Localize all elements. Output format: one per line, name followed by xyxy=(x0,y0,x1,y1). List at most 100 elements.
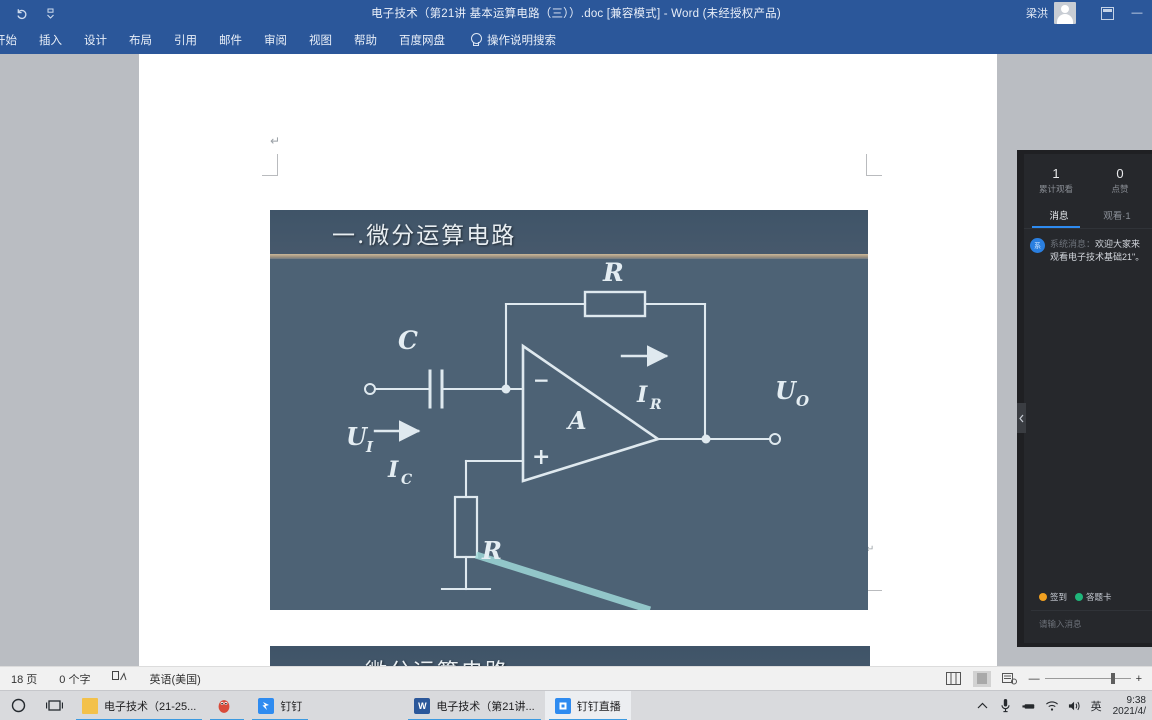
tab-mailings[interactable]: 邮件 xyxy=(208,26,253,54)
live-panel-tabs: 消息 观看·1 xyxy=(1024,208,1152,228)
language-indicator[interactable]: 英语(美国) xyxy=(138,671,211,687)
undo-icon[interactable] xyxy=(14,6,29,21)
ribbon-tab-bar: 开始 插入 设计 布局 引用 邮件 审阅 视图 帮助 百度网盘 操作说明搜索 xyxy=(0,26,1152,54)
proofing-errors-icon[interactable] xyxy=(101,671,138,686)
svg-text:R: R xyxy=(481,536,502,565)
tab-view[interactable]: 视图 xyxy=(298,26,343,54)
message-input[interactable]: 请输入消息 xyxy=(1031,610,1152,639)
usb-icon[interactable] xyxy=(1022,698,1036,714)
taskbar-item-label: 钉钉 xyxy=(280,700,303,713)
dingtalk-live-panel: 1 累计观看 0 点赞 消息 观看·1 系 系统消息：欢迎大家来观看电子技术基础… xyxy=(1017,150,1152,647)
customize-quick-access-icon[interactable] xyxy=(43,6,58,21)
svg-text:−: − xyxy=(533,368,550,392)
word-count[interactable]: 0 个字 xyxy=(48,671,101,687)
document-canvas[interactable]: ↵ ↵ ↵ 一.微分运算电路 xyxy=(0,54,1152,666)
tab-baidu-netdisk[interactable]: 百度网盘 xyxy=(388,26,456,54)
svg-text:U: U xyxy=(775,376,798,405)
stat-value: 0 xyxy=(1116,166,1124,181)
tab-layout[interactable]: 布局 xyxy=(118,26,163,54)
tab-design[interactable]: 设计 xyxy=(73,26,118,54)
margin-mark-top-left xyxy=(262,154,278,176)
margin-mark-top-right xyxy=(866,154,882,176)
svg-text:I: I xyxy=(387,457,399,483)
folder-icon xyxy=(82,697,98,714)
stat-value: 1 xyxy=(1052,166,1060,181)
wifi-icon[interactable] xyxy=(1045,698,1059,714)
slide-title: 一.微分运算电路 xyxy=(332,223,517,249)
microphone-icon[interactable] xyxy=(999,698,1013,714)
taskbar-item-label: 电子技术（第21讲... xyxy=(436,700,535,713)
qq-penguin-icon xyxy=(216,698,232,714)
tab-insert[interactable]: 插入 xyxy=(28,26,73,54)
slide-title: 一.微分运算电路 xyxy=(332,654,509,666)
screen: 电子技术（第21讲 基本运算电路（三））.doc [兼容模式] - Word (… xyxy=(0,0,1152,720)
answer-card-button[interactable]: 答题卡 xyxy=(1075,591,1112,603)
read-mode-icon[interactable] xyxy=(1001,671,1019,687)
title-bar-right: 梁洪 — xyxy=(1026,0,1152,26)
zoom-in-button[interactable]: + xyxy=(1136,673,1142,685)
stat-label: 累计观看 xyxy=(1038,184,1073,194)
message-body: 系统消息：欢迎大家来观看电子技术基础21"。 xyxy=(1050,238,1146,264)
taskbar-item-qq[interactable] xyxy=(206,691,248,720)
print-layout-icon[interactable] xyxy=(945,671,963,687)
tab-viewers[interactable]: 观看·1 xyxy=(1088,208,1146,228)
show-hidden-icons-icon[interactable] xyxy=(976,698,990,714)
lightbulb-icon xyxy=(470,33,482,47)
zoom-slider[interactable]: — + xyxy=(1029,673,1142,685)
paragraph-mark: ↵ xyxy=(270,134,281,148)
tab-help[interactable]: 帮助 xyxy=(343,26,388,54)
checkin-button[interactable]: 签到 xyxy=(1039,591,1067,603)
checkin-label: 签到 xyxy=(1050,592,1068,602)
clock-date: 2021/4/ xyxy=(1112,705,1146,717)
web-layout-icon[interactable] xyxy=(972,670,991,687)
task-view-icon[interactable] xyxy=(36,691,72,720)
message-list[interactable]: 系 系统消息：欢迎大家来观看电子技术基础21"。 xyxy=(1024,229,1152,264)
tell-me-search[interactable]: 操作说明搜索 xyxy=(456,26,556,54)
word-window: 电子技术（第21讲 基本运算电路（三））.doc [兼容模式] - Word (… xyxy=(0,0,1152,690)
slide-image-1[interactable]: 一.微分运算电路 C R R U I U O I C I R A − + xyxy=(270,210,868,610)
taskbar-item-dingtalk-live[interactable]: 钉钉直播 xyxy=(544,690,631,720)
stat-likes: 0 点赞 xyxy=(1088,166,1152,195)
zoom-thumb[interactable] xyxy=(1110,673,1115,684)
minimize-button[interactable]: — xyxy=(1122,0,1152,26)
differentiator-circuit-diagram: C R R U I U O I C I R A − + xyxy=(346,259,809,610)
svg-text:C: C xyxy=(398,326,418,355)
ribbon-display-options-icon[interactable] xyxy=(1092,0,1122,26)
account-name[interactable]: 梁洪 xyxy=(1026,5,1054,21)
cortana-circle-icon[interactable] xyxy=(0,691,36,720)
status-bar: 18 页 0 个字 英语(美国) — + xyxy=(0,666,1152,690)
page-count[interactable]: 18 页 xyxy=(0,671,48,687)
svg-text:R: R xyxy=(649,397,662,413)
clock[interactable]: 9:38 2021/4/ xyxy=(1111,695,1146,717)
tab-home[interactable]: 开始 xyxy=(0,26,28,54)
tab-references[interactable]: 引用 xyxy=(163,26,208,54)
svg-text:I: I xyxy=(636,382,648,408)
live-panel-footer: 签到 答题卡 请输入消息 xyxy=(1031,591,1152,639)
svg-text:I: I xyxy=(365,438,374,456)
word-icon: W xyxy=(414,697,431,714)
tab-messages[interactable]: 消息 xyxy=(1030,208,1088,228)
svg-text:+: + xyxy=(532,444,550,470)
margin-mark-bottom-right xyxy=(866,590,882,608)
tell-me-label: 操作说明搜索 xyxy=(487,35,556,47)
ime-indicator[interactable]: 英 xyxy=(1091,698,1102,714)
taskbar-item-dingtalk[interactable]: 钉钉 xyxy=(248,691,312,720)
volume-icon[interactable] xyxy=(1068,698,1082,714)
taskbar-item-word[interactable]: W 电子技术（第21讲... xyxy=(404,691,544,720)
live-action-chips: 签到 答题卡 xyxy=(1031,591,1152,610)
zoom-out-button[interactable]: — xyxy=(1029,673,1040,685)
title-bar: 电子技术（第21讲 基本运算电路（三））.doc [兼容模式] - Word (… xyxy=(0,0,1152,26)
chevron-left-icon xyxy=(1019,414,1024,422)
tab-review[interactable]: 审阅 xyxy=(253,26,298,54)
svg-text:C: C xyxy=(401,472,412,488)
zoom-track[interactable] xyxy=(1044,673,1131,684)
panel-collapse-handle[interactable] xyxy=(1017,403,1026,433)
taskbar-item-label: 电子技术（21-25... xyxy=(104,700,197,713)
taskbar-item-folder[interactable]: 电子技术（21-25... xyxy=(72,691,206,720)
dingtalk-icon xyxy=(258,697,275,714)
status-bar-right: — + xyxy=(945,670,1152,687)
slide-image-2[interactable]: 一.微分运算电路 xyxy=(270,646,870,666)
clock-time: 9:38 xyxy=(1126,694,1146,706)
avatar[interactable] xyxy=(1054,2,1076,24)
quick-access-toolbar xyxy=(0,6,58,21)
